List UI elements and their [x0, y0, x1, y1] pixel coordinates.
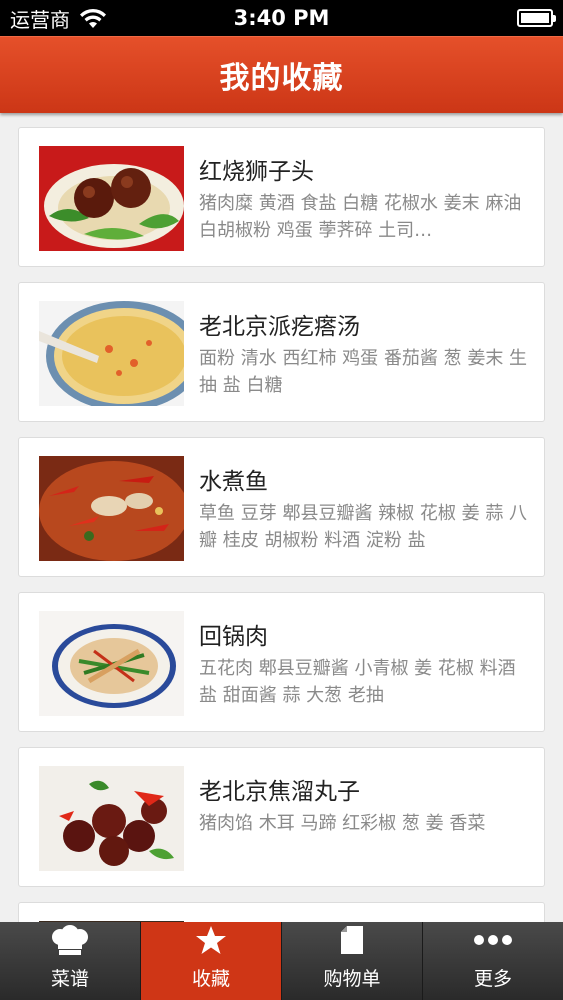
tab-favorites[interactable]: 收藏	[141, 922, 282, 1000]
tab-label: 菜谱	[50, 968, 89, 990]
recipe-ingredients: 猪肉馅 木耳 马蹄 红彩椒 葱 姜 香菜	[199, 813, 486, 834]
recipe-thumbnail	[39, 611, 184, 716]
carrier-label: 运营商	[10, 7, 70, 32]
favorite-item-jiaoliuwanzi[interactable]: 老北京焦溜丸子 猪肉馅 木耳 马蹄 红彩椒 葱 姜 香菜	[18, 747, 545, 887]
recipe-title: 老北京派疙瘩汤	[199, 314, 360, 340]
recipe-ingredients: 面粉 清水 西红柿 鸡蛋 番茄酱 葱 姜末 生抽 盐 白糖	[199, 348, 528, 396]
favorite-item-shuizhuyu[interactable]: 水煮鱼 草鱼 豆芽 郫县豆瓣酱 辣椒 花椒 姜 蒜 八瓣 桂皮 胡椒粉 料酒 淀…	[18, 437, 545, 577]
tab-more[interactable]: 更多	[423, 922, 563, 1000]
star-icon	[195, 924, 227, 956]
tab-shopping-list[interactable]: 购物单	[282, 922, 423, 1000]
favorites-list[interactable]: 红烧狮子头 猪肉糜 黄酒 食盐 白糖 花椒水 姜末 麻油 白胡椒粉 鸡蛋 荸荠碎…	[0, 113, 563, 922]
recipe-thumbnail	[39, 146, 184, 251]
recipe-title: 水煮鱼	[199, 469, 268, 495]
favorite-item-partial[interactable]	[18, 902, 545, 922]
recipe-ingredients: 猪肉糜 黄酒 食盐 白糖 花椒水 姜末 麻油 白胡椒粉 鸡蛋 荸荠碎 土司…	[199, 193, 522, 241]
tab-label: 更多	[473, 968, 512, 990]
recipe-title: 红烧狮子头	[199, 159, 314, 185]
more-dots-icon	[473, 924, 513, 956]
battery-icon	[517, 9, 556, 27]
recipe-title: 老北京焦溜丸子	[199, 779, 360, 805]
nav-bar: 我的收藏	[0, 36, 563, 113]
document-icon	[340, 924, 364, 956]
recipe-thumbnail	[39, 456, 184, 561]
tab-label: 购物单	[323, 968, 381, 990]
wifi-icon	[80, 8, 106, 28]
tab-label: 收藏	[191, 968, 230, 990]
tab-bar: 菜谱 收藏 购物单 更多	[0, 922, 563, 1000]
favorite-item-huiguorou[interactable]: 回锅肉 五花肉 郫县豆瓣酱 小青椒 姜 花椒 料酒 盐 甜面酱 蒜 大葱 老抽	[18, 592, 545, 732]
favorite-item-getangtang[interactable]: 老北京派疙瘩汤 面粉 清水 西红柿 鸡蛋 番茄酱 葱 姜末 生抽 盐 白糖	[18, 282, 545, 422]
page-title: 我的收藏	[219, 61, 344, 96]
recipe-ingredients: 五花肉 郫县豆瓣酱 小青椒 姜 花椒 料酒 盐 甜面酱 蒜 大葱 老抽	[199, 658, 516, 706]
status-bar: 运营商 3:40 PM	[0, 0, 563, 36]
favorite-item-shizitou[interactable]: 红烧狮子头 猪肉糜 黄酒 食盐 白糖 花椒水 姜末 麻油 白胡椒粉 鸡蛋 荸荠碎…	[18, 127, 545, 267]
recipe-ingredients: 草鱼 豆芽 郫县豆瓣酱 辣椒 花椒 姜 蒜 八瓣 桂皮 胡椒粉 料酒 淀粉 盐	[199, 503, 528, 551]
chef-hat-icon	[50, 924, 90, 956]
recipe-thumbnail	[39, 766, 184, 871]
recipe-title: 回锅肉	[199, 624, 268, 650]
recipe-thumbnail	[39, 301, 184, 406]
tab-recipes[interactable]: 菜谱	[0, 922, 141, 1000]
